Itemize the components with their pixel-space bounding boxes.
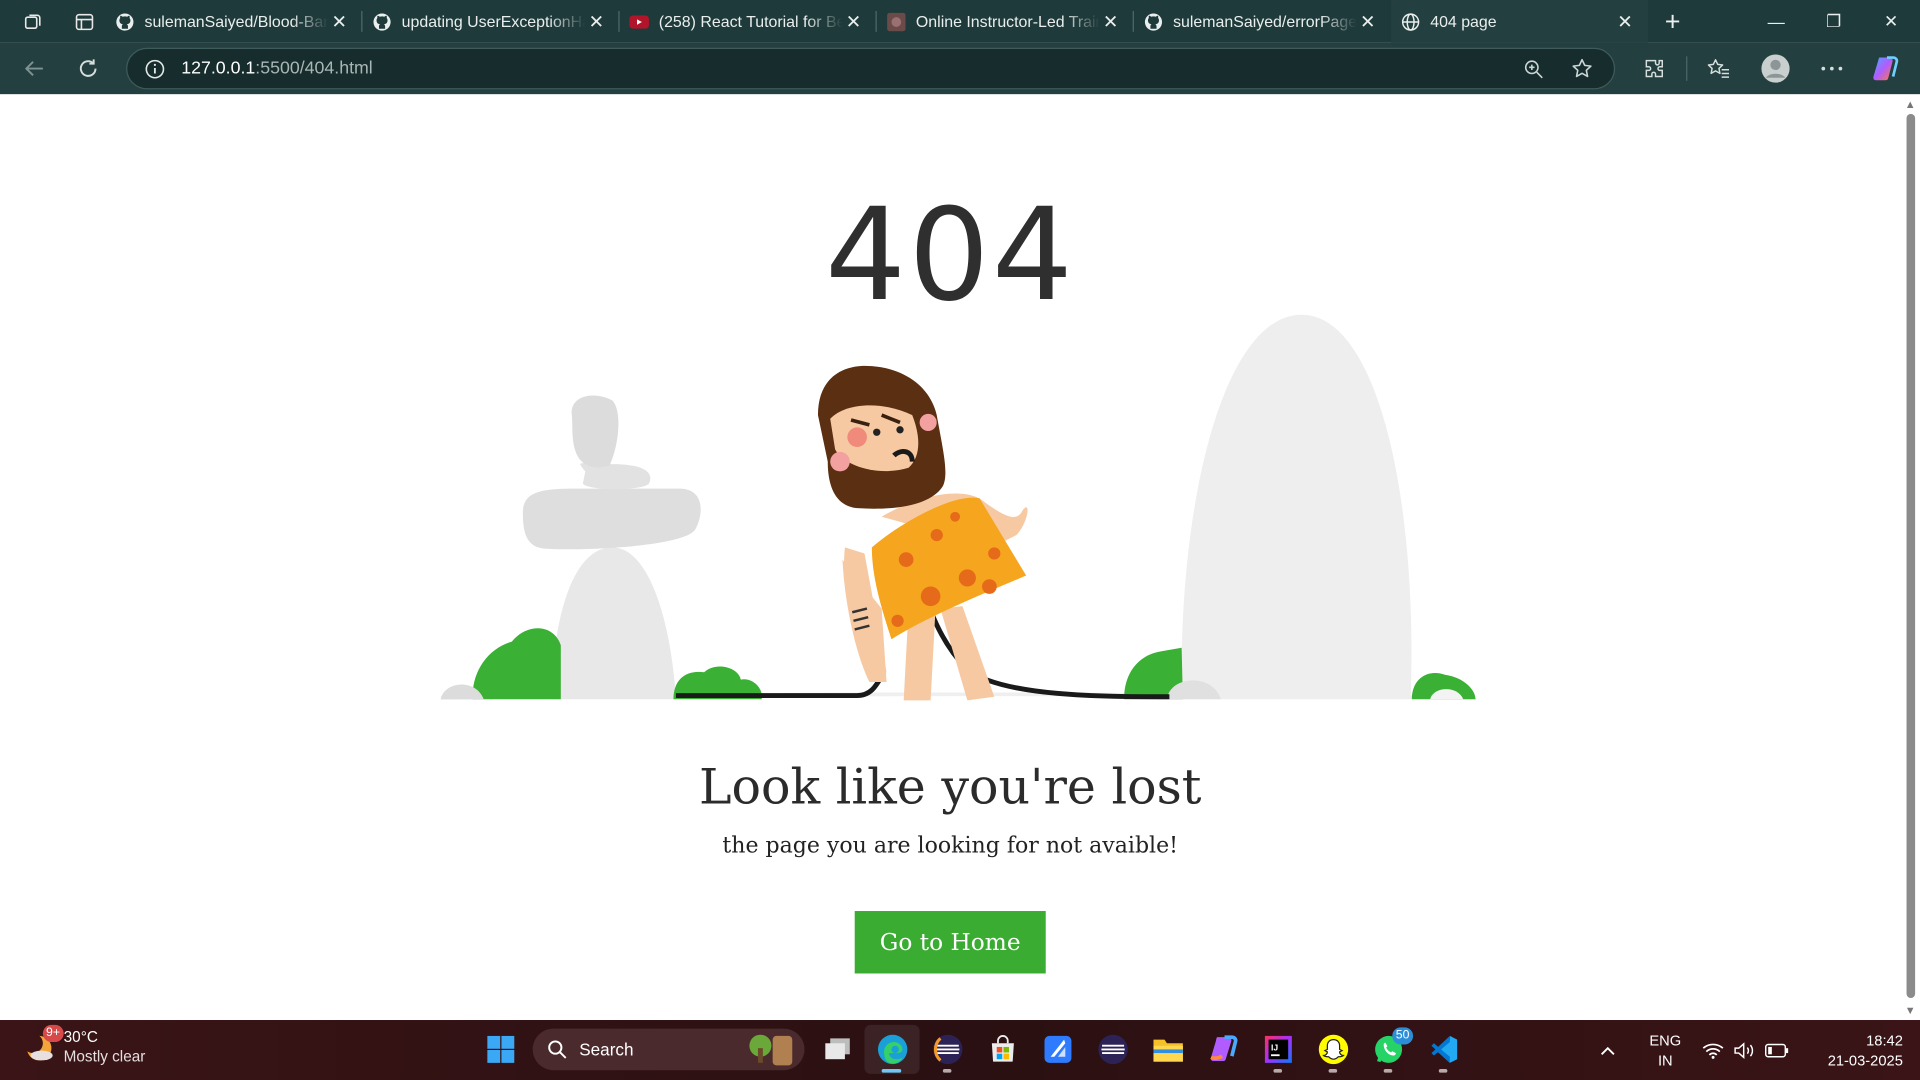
back-arrow-icon[interactable] xyxy=(7,43,61,94)
tab-close-icon[interactable]: ✕ xyxy=(585,10,607,33)
tab-close-icon[interactable]: ✕ xyxy=(1357,10,1379,33)
close-window-button[interactable]: ✕ xyxy=(1862,0,1920,43)
tab-close-icon[interactable]: ✕ xyxy=(1100,10,1122,33)
go-home-button[interactable]: Go to Home xyxy=(854,911,1046,974)
lang-region: IN xyxy=(1657,1051,1673,1069)
windows-taskbar: 9+ 30°C Mostly clear Search IJ 50 ENG IN… xyxy=(0,1020,1920,1080)
wifi-icon[interactable] xyxy=(1697,1041,1729,1059)
tab-404-page[interactable]: 404 page ✕ xyxy=(1391,0,1649,43)
refresh-icon[interactable] xyxy=(61,43,115,94)
snapchat-icon[interactable] xyxy=(1305,1025,1360,1074)
new-tab-button[interactable]: + xyxy=(1648,0,1697,43)
file-explorer-icon[interactable] xyxy=(1140,1025,1195,1074)
tab-error-page[interactable]: sulemanSaiyed/errorPage: I ✕ xyxy=(1134,0,1391,43)
workspaces-icon[interactable] xyxy=(15,0,52,43)
tab-online-training[interactable]: Online Instructor-Led Traini ✕ xyxy=(877,0,1134,43)
temperature: 30°C xyxy=(63,1028,98,1046)
tab-strip: sulemanSaiyed/Blood-Bank ✕ updating User… xyxy=(0,0,1920,43)
more-options-icon[interactable] xyxy=(1805,43,1859,94)
tab-close-icon[interactable]: ✕ xyxy=(328,10,350,33)
browser-toolbar: 127.0.0.1:5500/404.html xyxy=(0,42,1920,95)
caveman-illustration xyxy=(440,314,1476,701)
url-path: :5500/404.html xyxy=(255,58,373,79)
scroll-up-arrow-icon[interactable]: ▲ xyxy=(1904,98,1916,110)
zoom-icon[interactable] xyxy=(1509,49,1558,88)
favorites-icon[interactable] xyxy=(1692,43,1746,94)
tab-close-icon[interactable]: ✕ xyxy=(1614,10,1636,33)
youtube-icon xyxy=(629,12,649,32)
weather-widget[interactable]: 9+ 30°C Mostly clear xyxy=(22,1024,146,1066)
scrollbar-thumb[interactable] xyxy=(1906,113,1916,998)
globe-icon xyxy=(1401,12,1421,32)
vscode-icon[interactable] xyxy=(1416,1025,1471,1074)
bush-shape xyxy=(472,628,561,700)
weather-moon-icon: 9+ xyxy=(22,1024,64,1064)
sketch-app-icon[interactable] xyxy=(1030,1025,1085,1074)
show-hidden-icons-chevron-icon[interactable] xyxy=(1592,1045,1624,1055)
extensions-icon[interactable] xyxy=(1627,43,1681,94)
site-icon xyxy=(887,12,907,32)
restore-button[interactable]: ❐ xyxy=(1805,0,1863,43)
tab-title: Online Instructor-Led Traini xyxy=(915,12,1100,31)
intellij-icon[interactable]: IJ xyxy=(1250,1025,1305,1074)
language-indicator[interactable]: ENG IN xyxy=(1633,1030,1697,1069)
system-clock[interactable]: 18:42 21-03-2025 xyxy=(1805,1030,1903,1069)
tab-react-tutorial[interactable]: (258) React Tutorial for Beg ✕ xyxy=(620,0,877,43)
eclipse-ide-icon[interactable] xyxy=(1085,1025,1140,1074)
profile-avatar-icon[interactable] xyxy=(1746,43,1805,94)
tab-blood-bank[interactable]: sulemanSaiyed/Blood-Bank ✕ xyxy=(105,0,363,43)
svg-text:IJ: IJ xyxy=(1270,1043,1277,1053)
copilot-app-icon[interactable] xyxy=(1195,1025,1250,1074)
rock-shape xyxy=(1181,314,1412,700)
github-icon xyxy=(372,12,392,32)
rock-shape xyxy=(551,547,676,700)
weather-badge: 9+ xyxy=(42,1024,64,1043)
weather-condition: Mostly clear xyxy=(63,1048,146,1066)
tab-title: 404 page xyxy=(1430,12,1497,31)
tab-title: sulemanSaiyed/errorPage: I xyxy=(1173,12,1357,31)
eclipse-icon[interactable] xyxy=(920,1025,975,1074)
edge-browser-icon[interactable] xyxy=(864,1024,920,1074)
tab-actions-icon[interactable] xyxy=(66,0,103,43)
tab-title: sulemanSaiyed/Blood-Bank xyxy=(144,12,329,31)
github-icon xyxy=(1144,12,1164,32)
scroll-down-arrow-icon[interactable]: ▼ xyxy=(1904,1004,1916,1016)
volume-icon[interactable] xyxy=(1729,1041,1761,1059)
tab-title: updating UserExceptionHan xyxy=(401,12,586,31)
microsoft-store-icon[interactable] xyxy=(975,1025,1030,1074)
search-placeholder: Search xyxy=(579,1039,634,1060)
page-scrollbar[interactable]: ▲ ▼ xyxy=(1900,94,1920,1021)
minimize-button[interactable]: — xyxy=(1747,0,1805,43)
battery-icon[interactable] xyxy=(1761,1043,1793,1058)
clock-date: 21-03-2025 xyxy=(1827,1051,1903,1069)
lost-heading: Look like you're lost xyxy=(698,759,1202,816)
favorite-star-icon[interactable] xyxy=(1558,49,1607,88)
whatsapp-badge: 50 xyxy=(1392,1027,1414,1045)
tab-user-exception[interactable]: updating UserExceptionHan ✕ xyxy=(362,0,620,43)
start-button[interactable] xyxy=(473,1025,528,1074)
search-highlight-icon xyxy=(749,1034,793,1066)
search-icon xyxy=(548,1040,567,1059)
url-host: 127.0.0.1 xyxy=(181,58,256,79)
clock-time: 18:42 xyxy=(1866,1031,1903,1049)
url-text[interactable]: 127.0.0.1:5500/404.html xyxy=(181,59,373,79)
lang-code: ENG xyxy=(1649,1031,1682,1049)
whatsapp-icon[interactable]: 50 xyxy=(1360,1025,1415,1074)
lost-subtext: the page you are looking for not avaible… xyxy=(722,832,1179,859)
task-view-icon[interactable] xyxy=(809,1025,864,1074)
github-icon xyxy=(115,12,135,32)
tab-close-icon[interactable]: ✕ xyxy=(842,10,864,33)
address-bar[interactable]: 127.0.0.1:5500/404.html xyxy=(126,47,1616,90)
taskbar-search[interactable]: Search xyxy=(532,1028,805,1071)
site-info-icon[interactable] xyxy=(127,58,181,79)
page-viewport: 404 Look like you're lost the page you a… xyxy=(0,94,1901,1021)
copilot-icon[interactable] xyxy=(1859,43,1913,94)
tab-title: (258) React Tutorial for Beg xyxy=(658,12,843,31)
